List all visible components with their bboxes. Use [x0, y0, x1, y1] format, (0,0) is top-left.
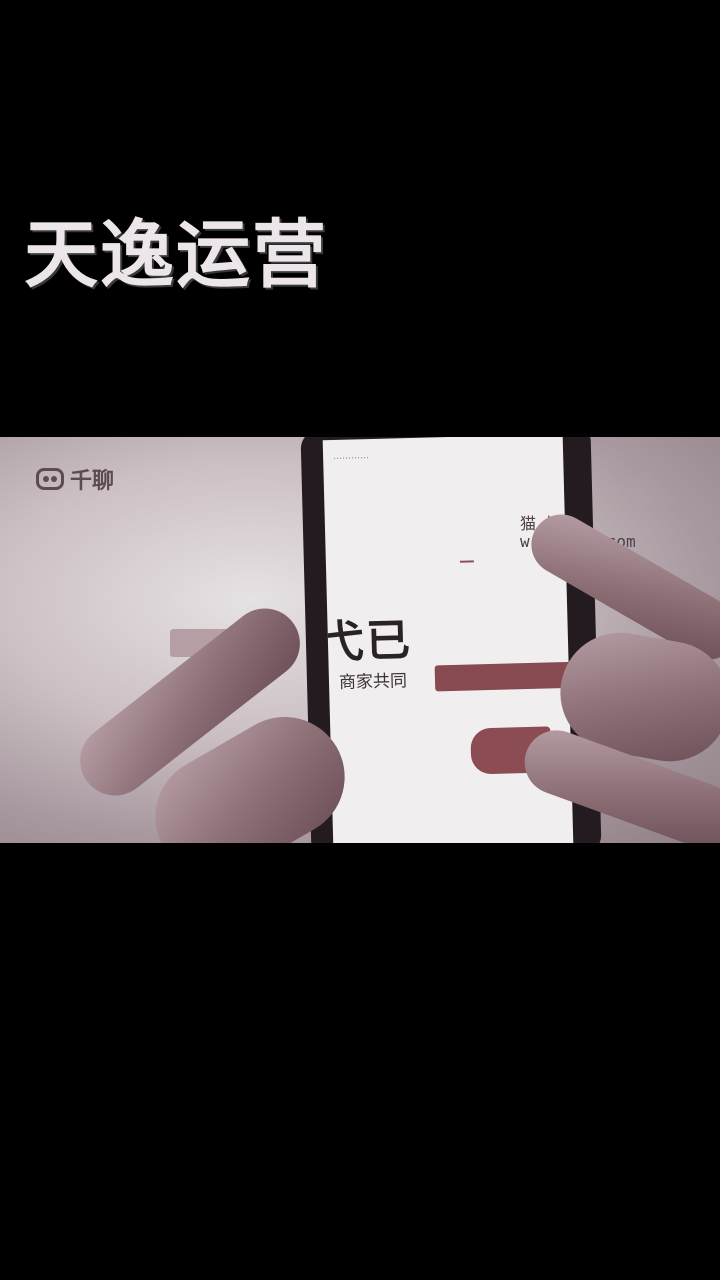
owl-logo-icon — [36, 468, 64, 490]
phone-subtext: 商家共同 — [338, 671, 408, 693]
overlay-title: 天逸运营 — [24, 212, 328, 298]
phone-headline: 弋已 — [322, 615, 413, 669]
video-frame: 千聊 ………… 弋已 商家共同 猫 坛 w owotao.com — [0, 437, 720, 843]
phone-tab-indicator — [459, 560, 474, 563]
left-screen-logo-text: 千聊 — [70, 469, 115, 494]
phone-primary-button — [434, 661, 574, 692]
left-screen-logo: 千聊 — [36, 463, 114, 495]
phone-notification: ………… — [332, 451, 370, 463]
